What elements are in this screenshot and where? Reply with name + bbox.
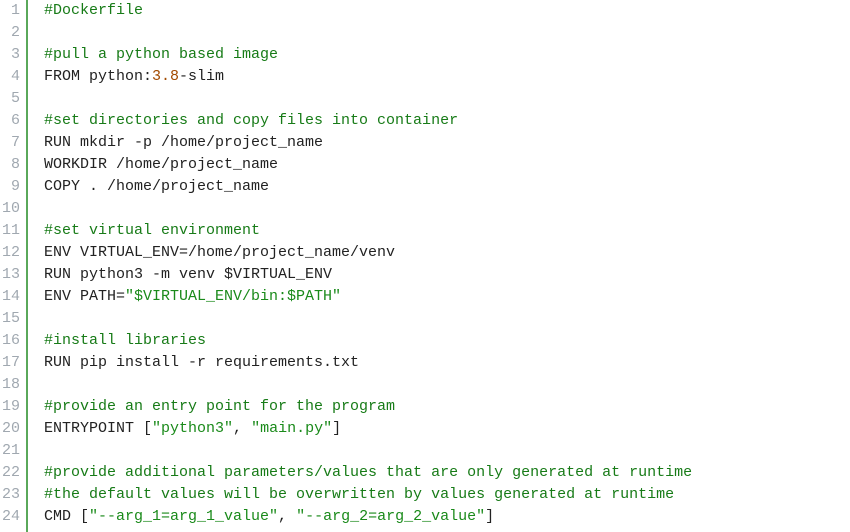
code-token: COPY . /home/project_name — [44, 178, 269, 195]
line-number: 3 — [0, 44, 20, 66]
code-line: #the default values will be overwritten … — [44, 484, 850, 506]
code-token: , — [278, 508, 296, 525]
line-number: 22 — [0, 462, 20, 484]
code-line: ENTRYPOINT ["python3", "main.py"] — [44, 418, 850, 440]
line-number: 2 — [0, 22, 20, 44]
code-line: RUN python3 -m venv $VIRTUAL_ENV — [44, 264, 850, 286]
line-number: 14 — [0, 286, 20, 308]
code-line: #provide additional parameters/values th… — [44, 462, 850, 484]
code-token: ENTRYPOINT [ — [44, 420, 152, 437]
line-number: 6 — [0, 110, 20, 132]
code-line — [44, 374, 850, 396]
code-line: #install libraries — [44, 330, 850, 352]
code-line — [44, 22, 850, 44]
code-line: COPY . /home/project_name — [44, 176, 850, 198]
code-line: #set directories and copy files into con… — [44, 110, 850, 132]
line-number: 11 — [0, 220, 20, 242]
code-line — [44, 308, 850, 330]
code-line: ENV PATH="$VIRTUAL_ENV/bin:$PATH" — [44, 286, 850, 308]
code-token: "python3" — [152, 420, 233, 437]
code-line: ENV VIRTUAL_ENV=/home/project_name/venv — [44, 242, 850, 264]
code-line: FROM python:3.8-slim — [44, 66, 850, 88]
code-token: RUN mkdir -p /home/project_name — [44, 134, 323, 151]
line-number: 1 — [0, 0, 20, 22]
code-line — [44, 198, 850, 220]
code-token: #set directories and copy files into con… — [44, 112, 458, 129]
line-number: 23 — [0, 484, 20, 506]
code-token: ENV PATH= — [44, 288, 125, 305]
line-number: 24 — [0, 506, 20, 528]
line-number: 12 — [0, 242, 20, 264]
line-number: 9 — [0, 176, 20, 198]
code-token: #install libraries — [44, 332, 206, 349]
code-token: , — [233, 420, 251, 437]
line-number-gutter: 123456789101112131415161718192021222324 — [0, 0, 28, 532]
code-token: "--arg_2=arg_2_value" — [296, 508, 485, 525]
code-line — [44, 88, 850, 110]
line-number: 19 — [0, 396, 20, 418]
code-line: RUN pip install -r requirements.txt — [44, 352, 850, 374]
code-line — [44, 440, 850, 462]
code-token: #the default values will be overwritten … — [44, 486, 674, 503]
code-token: ] — [485, 508, 494, 525]
code-token: CMD [ — [44, 508, 89, 525]
code-token: #pull a python based image — [44, 46, 278, 63]
code-line: WORKDIR /home/project_name — [44, 154, 850, 176]
code-token: FROM python: — [44, 68, 152, 85]
code-token: "main.py" — [251, 420, 332, 437]
code-line: #pull a python based image — [44, 44, 850, 66]
code-editor: 123456789101112131415161718192021222324 … — [0, 0, 850, 532]
code-token: #provide additional parameters/values th… — [44, 464, 692, 481]
code-token: "$VIRTUAL_ENV/bin:$PATH" — [125, 288, 341, 305]
code-token: #Dockerfile — [44, 2, 143, 19]
line-number: 15 — [0, 308, 20, 330]
code-line: CMD ["--arg_1=arg_1_value", "--arg_2=arg… — [44, 506, 850, 528]
code-content[interactable]: #Dockerfile #pull a python based image FRO… — [28, 0, 850, 532]
code-token: -slim — [179, 68, 224, 85]
line-number: 4 — [0, 66, 20, 88]
line-number: 21 — [0, 440, 20, 462]
line-number: 13 — [0, 264, 20, 286]
line-number: 16 — [0, 330, 20, 352]
line-number: 20 — [0, 418, 20, 440]
code-token: RUN python3 -m venv $VIRTUAL_ENV — [44, 266, 332, 283]
code-line: RUN mkdir -p /home/project_name — [44, 132, 850, 154]
code-token: #set virtual environment — [44, 222, 260, 239]
code-line: #set virtual environment — [44, 220, 850, 242]
code-token: WORKDIR /home/project_name — [44, 156, 278, 173]
code-token: "--arg_1=arg_1_value" — [89, 508, 278, 525]
line-number: 8 — [0, 154, 20, 176]
code-line: #provide an entry point for the program — [44, 396, 850, 418]
line-number: 17 — [0, 352, 20, 374]
code-token: ] — [332, 420, 341, 437]
code-token: ENV VIRTUAL_ENV=/home/project_name/venv — [44, 244, 395, 261]
line-number: 5 — [0, 88, 20, 110]
code-line: #Dockerfile — [44, 0, 850, 22]
code-token: #provide an entry point for the program — [44, 398, 395, 415]
code-token: 3.8 — [152, 68, 179, 85]
code-token: RUN pip install -r requirements.txt — [44, 354, 359, 371]
line-number: 7 — [0, 132, 20, 154]
line-number: 18 — [0, 374, 20, 396]
line-number: 10 — [0, 198, 20, 220]
